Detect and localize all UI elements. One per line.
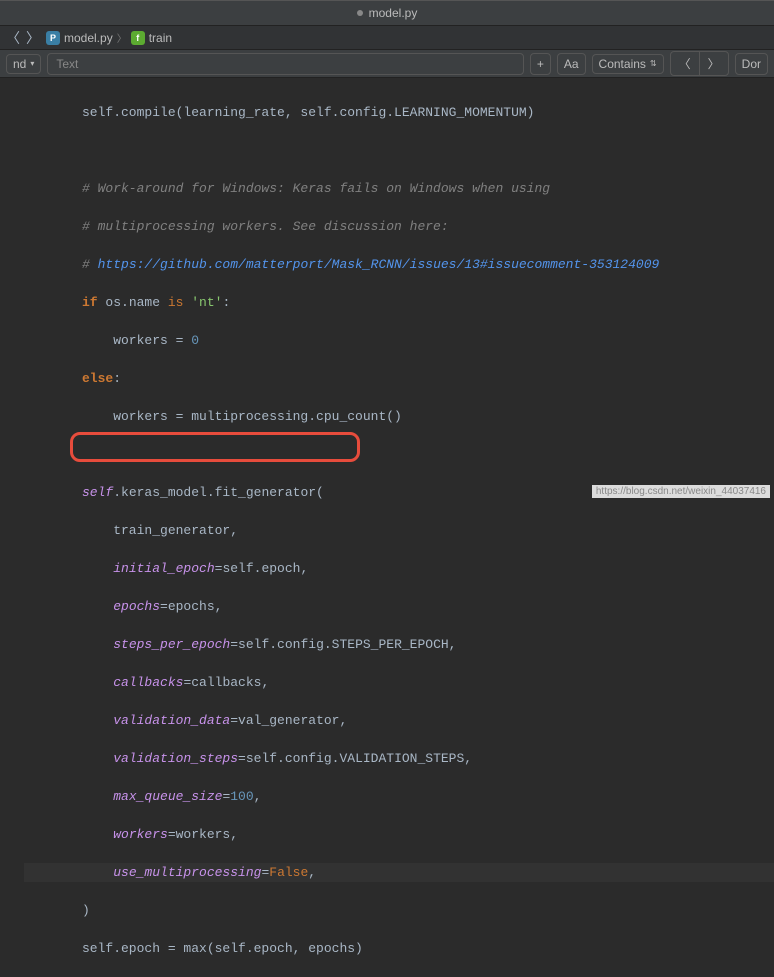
code-line: epochs=epochs,	[24, 597, 774, 616]
breadcrumb-nav: 〈 〉	[4, 28, 42, 48]
watermark: https://blog.csdn.net/weixin_44037416	[592, 485, 770, 498]
code-line: train_generator,	[24, 521, 774, 540]
chevron-down-icon: ▾	[30, 59, 34, 68]
code-line	[24, 141, 774, 160]
done-button[interactable]: Dor	[735, 53, 768, 75]
python-file-icon: P	[46, 31, 60, 45]
match-type-dropdown[interactable]: Contains ⇅	[592, 54, 664, 74]
add-filter-button[interactable]: +	[530, 53, 551, 75]
find-bar: nd ▾ Text + Aa Contains ⇅ 〈 〉 Dor	[0, 50, 774, 78]
code-line: max_queue_size=100,	[24, 787, 774, 806]
code-line: validation_data=val_generator,	[24, 711, 774, 730]
code-line: # multiprocessing workers. See discussio…	[24, 217, 774, 236]
code-line: workers = 0	[24, 331, 774, 350]
code-line: workers = multiprocessing.cpu_count()	[24, 407, 774, 426]
breadcrumb-file-label: model.py	[64, 31, 113, 45]
breadcrumb-back-icon[interactable]: 〈	[4, 28, 22, 48]
code-line: if os.name is 'nt':	[24, 293, 774, 312]
file-tab[interactable]: model.py	[357, 6, 418, 20]
code-line: callbacks=callbacks,	[24, 673, 774, 692]
match-case-button[interactable]: Aa	[557, 53, 586, 75]
breadcrumb-function[interactable]: f train	[131, 31, 172, 45]
code-line: steps_per_epoch=self.config.STEPS_PER_EP…	[24, 635, 774, 654]
breadcrumb-forward-icon[interactable]: 〉	[24, 28, 42, 48]
find-nav-buttons: 〈 〉	[670, 51, 729, 76]
code-line: initial_epoch=self.epoch,	[24, 559, 774, 578]
code-line	[24, 445, 774, 464]
find-prev-button[interactable]: 〈	[671, 52, 700, 75]
find-next-button[interactable]: 〉	[700, 52, 728, 75]
find-mode-dropdown[interactable]: nd ▾	[6, 54, 41, 74]
tab-filename: model.py	[369, 6, 418, 20]
function-icon: f	[131, 31, 145, 45]
search-input[interactable]: Text	[47, 53, 523, 75]
code-line: else:	[24, 369, 774, 388]
code-line: workers=workers,	[24, 825, 774, 844]
code-line: validation_steps=self.config.VALIDATION_…	[24, 749, 774, 768]
code-line-highlighted: use_multiprocessing=False,	[24, 863, 774, 882]
code-line: )	[24, 901, 774, 920]
code-line: self.epoch = max(self.epoch, epochs)	[24, 939, 774, 958]
code-line: # Work-around for Windows: Keras fails o…	[24, 179, 774, 198]
code-line: self.compile(learning_rate, self.config.…	[24, 103, 774, 122]
breadcrumb-file[interactable]: P model.py	[46, 31, 113, 45]
breadcrumb-separator-icon: 〉	[117, 30, 127, 46]
tab-modified-dot	[357, 10, 363, 16]
breadcrumb: 〈 〉 P model.py 〉 f train	[0, 26, 774, 50]
code-editor[interactable]: self.compile(learning_rate, self.config.…	[0, 78, 774, 977]
code-line: # https://github.com/matterport/Mask_RCN…	[24, 255, 774, 274]
breadcrumb-function-label: train	[149, 31, 172, 45]
tab-bar: model.py	[0, 0, 774, 26]
chevron-updown-icon: ⇅	[650, 59, 657, 68]
